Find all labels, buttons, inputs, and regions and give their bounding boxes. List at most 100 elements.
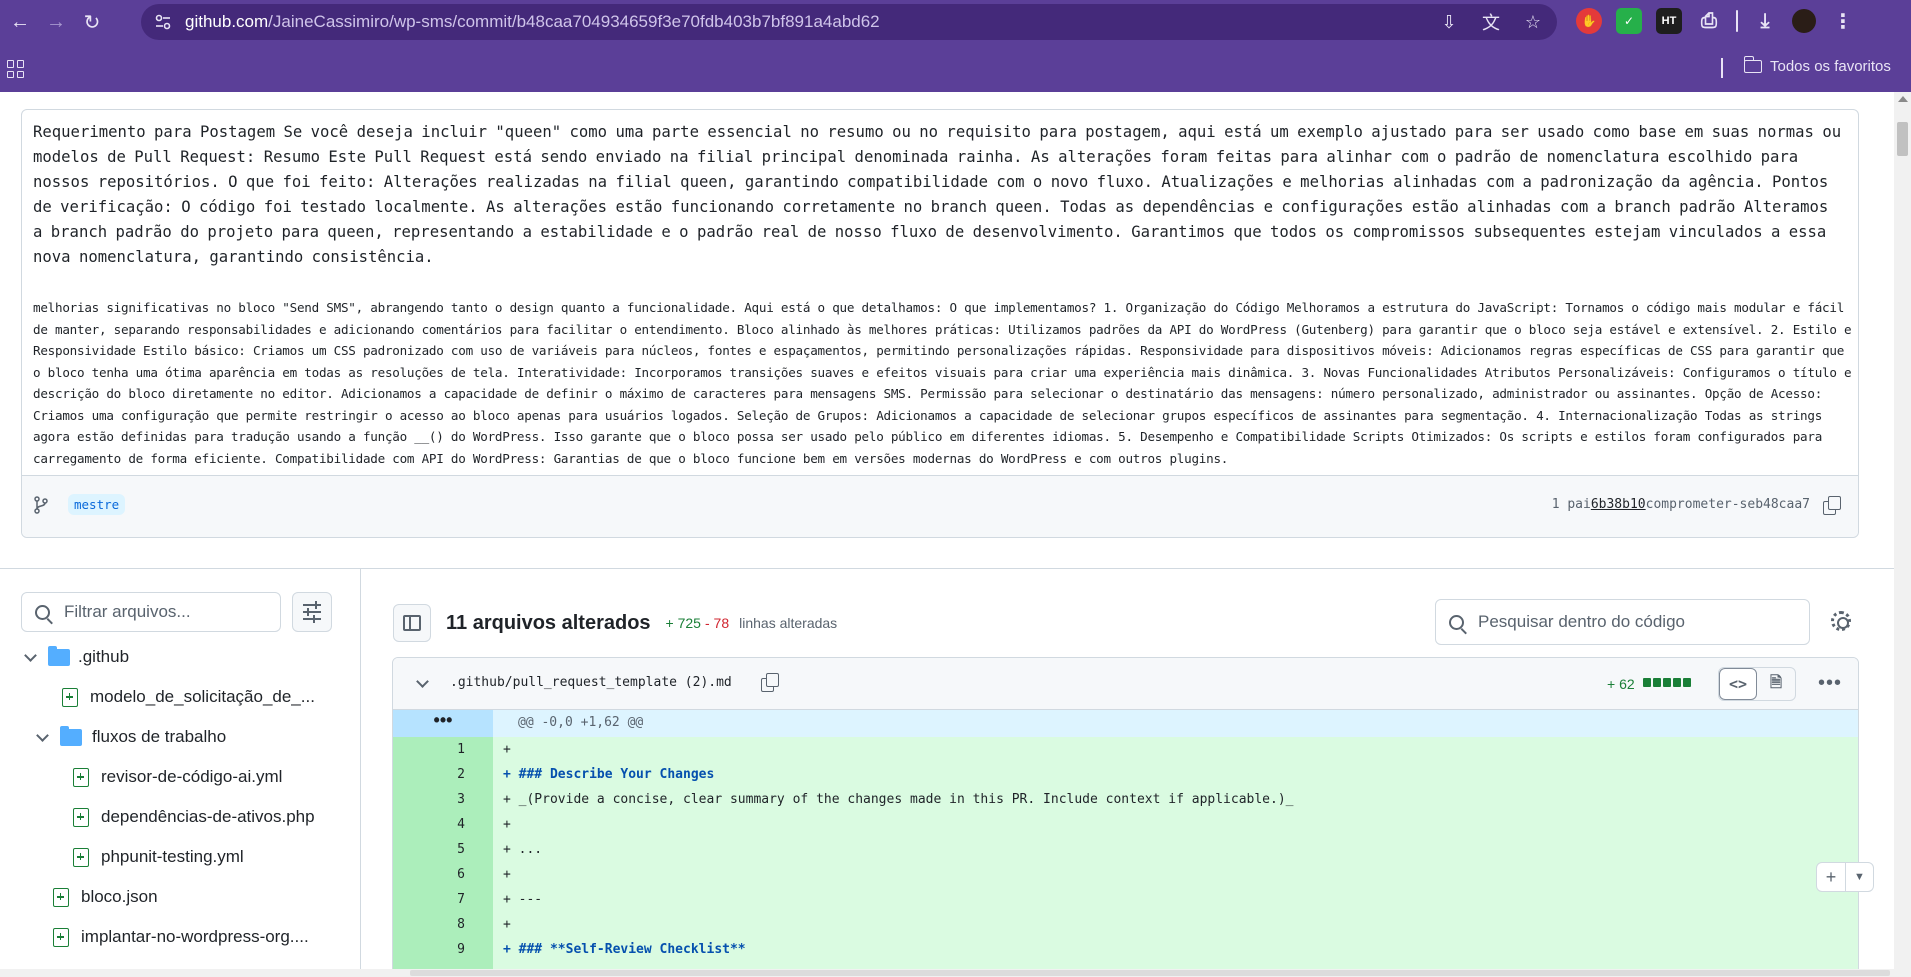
deletions-count: - 78 (704, 615, 730, 631)
commit-title: Requerimento para Postagem Se você desej… (33, 123, 1842, 266)
back-icon[interactable]: ← (2, 4, 38, 40)
browser-chrome: ← → ↻ github.com/JaineCassimiro/wp-sms/c… (0, 0, 1911, 92)
diff-line: 6 + (393, 862, 1858, 887)
forward-icon[interactable]: → (38, 4, 74, 40)
line-number[interactable]: 4 (393, 812, 493, 837)
code-search-input[interactable]: Pesquisar dentro do código (1435, 599, 1810, 645)
copy-path-icon[interactable] (761, 673, 781, 693)
horizontal-scrollbar[interactable] (0, 969, 1894, 977)
tree-file-deploy[interactable]: implantar-no-wordpress-org.... (53, 920, 309, 954)
all-bookmarks-label: Todos os favoritos (1770, 58, 1891, 75)
page-content: Requerimento para Postagem Se você desej… (0, 92, 1911, 977)
branch-badge[interactable]: mestre (68, 494, 126, 515)
all-bookmarks-button[interactable]: Todos os favoritos (1743, 56, 1891, 75)
ht-extension-icon[interactable]: HT (1656, 8, 1682, 34)
hunk-range: @@ -0,0 +1,62 @@ (518, 715, 644, 730)
tree-file-code-reviewer[interactable]: revisor-de-código-ai.yml (73, 760, 282, 794)
diff-line: 8 + (393, 912, 1858, 937)
line-number[interactable]: 9 (393, 937, 493, 962)
chevron-down-icon (24, 651, 36, 663)
more-options-icon[interactable]: ••• (1818, 672, 1842, 695)
bookmarks-bar (0, 52, 1911, 86)
address-bar[interactable]: github.com/JaineCassimiro/wp-sms/commit/… (141, 4, 1557, 40)
hunk-header: ••• @@ -0,0 +1,62 @@ (393, 710, 1858, 737)
apps-grid-icon[interactable] (7, 60, 25, 78)
hand-extension-icon[interactable]: ✋ (1576, 8, 1602, 34)
toggle-file-tree-button[interactable] (393, 604, 431, 642)
line-code: + ### **Self-Review Checklist** (503, 942, 746, 957)
line-number[interactable]: 1 (393, 737, 493, 762)
diff-line: 3 + _(Provide a concise, clear summary o… (393, 787, 1858, 812)
file-additions-count: + 62 (1607, 676, 1635, 692)
search-icon (1449, 614, 1464, 630)
bookmarks-separator (1721, 58, 1723, 78)
scroll-up-icon[interactable] (1898, 96, 1908, 102)
search-icon (35, 604, 50, 620)
line-number[interactable]: 5 (393, 837, 493, 862)
view-toggle: <> 🗎 (1718, 667, 1796, 701)
parent-sha-link[interactable]: 6b38b10 (1591, 497, 1646, 512)
code-view-icon[interactable]: <> (1719, 668, 1758, 700)
line-code: + --- (503, 892, 543, 907)
filter-files-input[interactable]: Filtrar arquivos... (21, 592, 281, 632)
profile-avatar[interactable] (1792, 9, 1816, 33)
line-code: + (503, 867, 511, 882)
tree-item-label: implantar-no-wordpress-org.... (81, 927, 309, 946)
copy-sha-icon[interactable] (1823, 496, 1843, 516)
translate-icon[interactable]: 文 (1479, 10, 1503, 34)
page-scrollbar[interactable] (1894, 92, 1911, 977)
tree-file-block-json[interactable]: bloco.json (53, 880, 158, 914)
line-number[interactable]: 2 (393, 762, 493, 787)
line-number[interactable]: 3 (393, 787, 493, 812)
line-code: + _(Provide a concise, clear summary of … (503, 792, 1294, 807)
expand-hunk-button[interactable]: ••• (393, 710, 493, 737)
chevron-down-icon[interactable]: ▼ (1844, 863, 1873, 891)
horizontal-scrollbar-thumb[interactable] (410, 970, 1890, 976)
tree-file-asset-deps[interactable]: dependências-de-ativos.php (73, 800, 315, 834)
commit-sha: b48caa7 (1755, 497, 1810, 512)
browser-menu-icon[interactable]: ⋮ (1830, 8, 1856, 34)
line-code: + (503, 742, 511, 757)
filter-options-button[interactable] (292, 592, 332, 632)
install-app-icon[interactable]: ⇩ (1437, 10, 1461, 34)
bookmark-star-icon[interactable]: ☆ (1521, 10, 1545, 34)
site-info-icon[interactable] (149, 8, 177, 36)
tree-file-template[interactable]: modelo_de_solicitação_de_... (62, 680, 315, 714)
line-code: + (503, 917, 511, 932)
extensions-bar: ✋ ✓ HT ⎙ ⤓ ⋮ (1576, 8, 1856, 34)
tree-folder-workflows[interactable]: fluxos de trabalho (36, 720, 226, 754)
files-changed-title: 11 arquivos alterados (446, 611, 651, 634)
line-number[interactable]: 7 (393, 887, 493, 912)
file-added-icon (53, 887, 69, 907)
commit-footer: mestre 1 pai6b38b10comprometer-seb48caa7 (22, 475, 1858, 537)
bookmark-folder-icon (1743, 56, 1762, 73)
collapse-chevron-icon[interactable] (416, 677, 428, 689)
file-name[interactable]: .github/pull_request_template (2).md (450, 675, 732, 690)
folder-icon (60, 725, 82, 746)
tree-folder-github[interactable]: .github (24, 640, 129, 674)
toolbar-separator (1736, 10, 1738, 32)
line-number[interactable]: 8 (393, 912, 493, 937)
add-comment-button[interactable]: + ▼ (1816, 862, 1874, 892)
settings-gear-icon[interactable] (1831, 611, 1851, 631)
tree-item-label: modelo_de_solicitação_de_... (90, 687, 315, 706)
file-added-icon (53, 927, 69, 947)
line-code: + (503, 817, 511, 832)
line-code: + ### Describe Your Changes (503, 767, 715, 782)
diff-summary-bar: 11 arquivos alterados + 725 - 78 linhas … (393, 603, 837, 643)
commit-label: comprometer-se (1645, 497, 1756, 512)
plus-icon[interactable]: + (1817, 863, 1845, 891)
puzzle-extensions-icon[interactable]: ⎙ (1696, 8, 1722, 34)
file-view-icon[interactable]: 🗎 (1757, 668, 1795, 700)
check-extension-icon[interactable]: ✓ (1616, 8, 1642, 34)
download-icon[interactable]: ⤓ (1752, 8, 1778, 34)
scrollbar-thumb[interactable] (1897, 122, 1908, 156)
tree-item-label: .github (78, 647, 130, 666)
url-text[interactable]: github.com/JaineCassimiro/wp-sms/commit/… (185, 12, 880, 32)
diff-line: 9 + ### **Self-Review Checklist** (393, 937, 1858, 962)
additions-count: + 725 (665, 615, 701, 631)
diff-line: 7 + --- (393, 887, 1858, 912)
line-number[interactable]: 6 (393, 862, 493, 887)
tree-file-phpunit[interactable]: phpunit-testing.yml (73, 840, 244, 874)
reload-icon[interactable]: ↻ (74, 4, 110, 40)
